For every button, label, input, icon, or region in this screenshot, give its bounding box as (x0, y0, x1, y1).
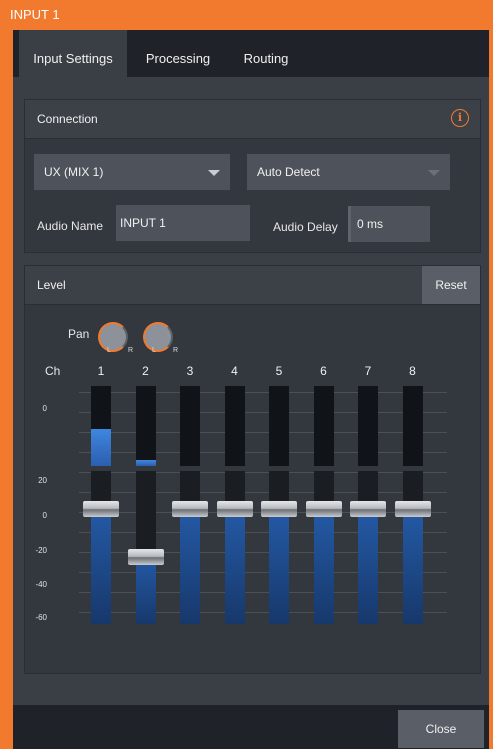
close-button[interactable]: Close (398, 710, 484, 748)
level-title: Level (37, 278, 66, 292)
source-dropdown[interactable]: UX (MIX 1) (34, 154, 230, 190)
chevron-down-icon (428, 170, 440, 176)
channel-label: 4 (231, 364, 238, 378)
pan-right-label: R (128, 347, 134, 354)
connection-header: Connection i (25, 100, 480, 139)
detect-value: Auto Detect (257, 165, 320, 179)
fader-fill (180, 509, 200, 624)
level-meter (180, 386, 200, 466)
fader-fill (91, 509, 111, 624)
pan-right-label: R (173, 347, 179, 354)
fader-fill (358, 509, 378, 624)
channel-label: 3 (186, 364, 194, 378)
fader-scale-label: -20 (35, 546, 47, 555)
source-value: UX (MIX 1) (44, 165, 104, 179)
channel-header-label: Ch (45, 364, 61, 378)
fader-scale-label: -40 (35, 580, 47, 589)
fader-fill (224, 509, 245, 624)
channel-label: 2 (142, 364, 149, 378)
audio-delay-label: Audio Delay (273, 220, 338, 234)
audio-name-field[interactable]: INPUT 1 (116, 205, 250, 241)
pan-knob-ch1[interactable] (98, 322, 128, 352)
tab-processing[interactable]: Processing (131, 30, 225, 77)
audio-name-label: Audio Name (37, 219, 104, 233)
grid-line (79, 432, 447, 433)
level-meter (269, 386, 289, 466)
level-meter (358, 386, 378, 466)
chevron-down-icon (208, 170, 220, 176)
fader-scale-label: 0 (42, 511, 47, 520)
fader-handle[interactable] (216, 501, 253, 518)
level-header: Level Reset (25, 266, 480, 305)
fader-handle[interactable] (305, 501, 342, 518)
grid-line (79, 532, 447, 533)
pan-left-label: L (107, 347, 111, 354)
grid-line (79, 592, 447, 593)
channel-label: 5 (275, 364, 283, 378)
fader-handle[interactable] (350, 501, 386, 518)
channel-label: 6 (320, 364, 327, 378)
tab-input-settings[interactable]: Input Settings (19, 30, 127, 77)
level-meter (313, 386, 334, 466)
fader-handle[interactable] (261, 501, 297, 518)
fader-scale-label: 20 (38, 476, 47, 485)
fader-fill (135, 557, 156, 624)
reset-button[interactable]: Reset (422, 266, 480, 304)
fader-fill (402, 509, 423, 624)
grid-line (79, 392, 447, 393)
grid-line (79, 412, 447, 413)
connection-title: Connection (37, 112, 98, 126)
title-bar: INPUT 1 (0, 0, 493, 30)
window-title: INPUT 1 (10, 7, 60, 22)
pan-left-label: L (152, 347, 156, 354)
fader-handle[interactable] (172, 501, 208, 518)
tab-content: Connection i UX (MIX 1) Auto Detect Audi… (13, 77, 489, 705)
channel-label: 1 (97, 364, 105, 378)
connection-panel: Connection i UX (MIX 1) Auto Detect Audi… (24, 99, 481, 253)
grid-line (79, 472, 447, 473)
channel-label: 8 (409, 364, 416, 378)
detect-dropdown[interactable]: Auto Detect (247, 154, 450, 190)
fader-scale-label: -60 (35, 613, 47, 622)
dialog-window: Input Settings Processing Routing Connec… (13, 30, 489, 749)
grid-line (79, 452, 447, 453)
fader-handle[interactable] (394, 501, 431, 518)
grid-line (79, 492, 447, 493)
meter-scale-label: 0 (42, 404, 47, 413)
channel-label: 7 (364, 364, 372, 378)
footer-bar: Close (13, 705, 489, 749)
level-meter (224, 386, 245, 466)
audio-delay-field[interactable]: 0 ms (348, 206, 430, 242)
level-panel: Level Reset Pan L R L R Ch 0 20 0 -20 -4… (24, 265, 481, 674)
fader-handle[interactable] (127, 549, 164, 566)
fader-handle[interactable] (83, 501, 119, 518)
grid-line (79, 572, 447, 573)
pan-knob-ch2[interactable] (143, 322, 173, 352)
grid-line (79, 612, 447, 613)
pan-label: Pan (68, 327, 90, 341)
tab-routing[interactable]: Routing (227, 30, 305, 77)
level-meter (135, 386, 156, 466)
tab-bar: Input Settings Processing Routing (13, 30, 489, 77)
fader-fill (313, 509, 334, 624)
info-icon[interactable]: i (451, 109, 469, 127)
level-meter (402, 386, 423, 466)
meter-level-fill (135, 459, 156, 466)
fader-fill (269, 509, 289, 624)
meter-level-fill (91, 429, 111, 466)
